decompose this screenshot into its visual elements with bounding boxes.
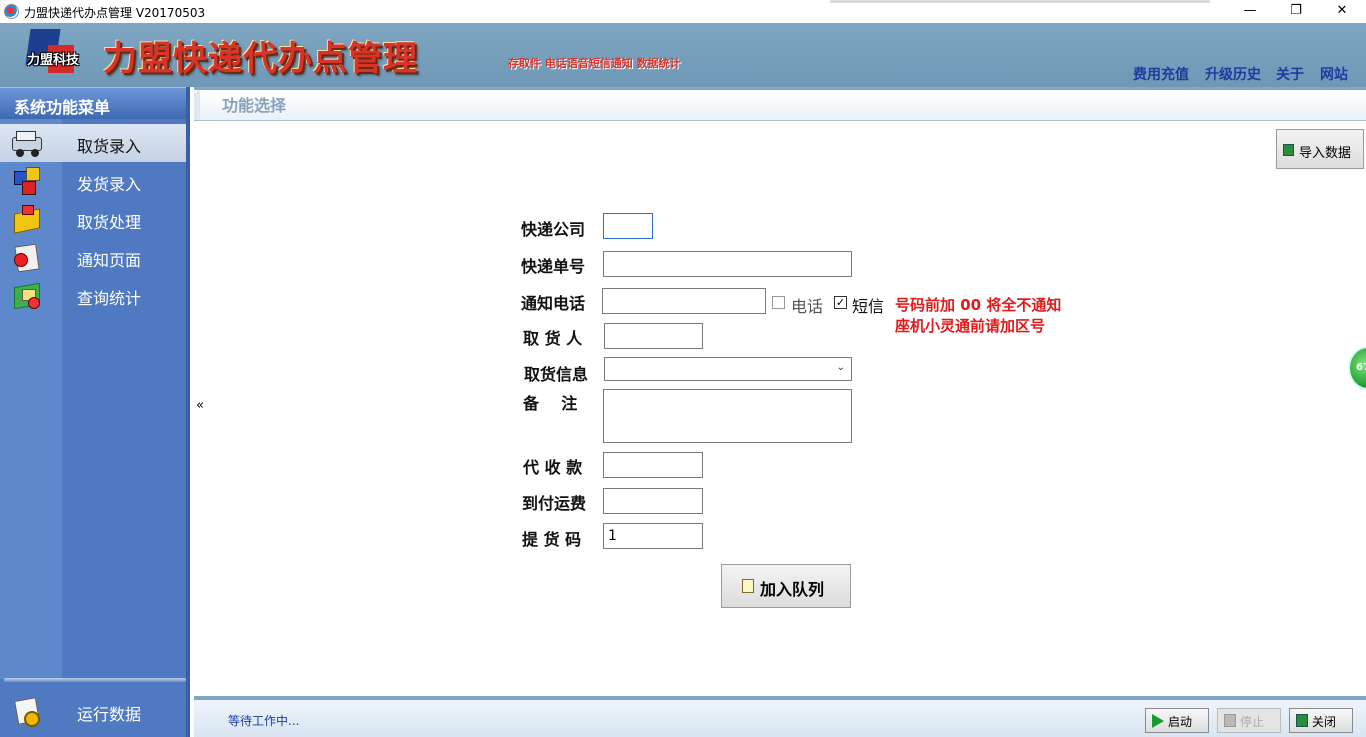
link-upgrade-history[interactable]: 升级历史	[1205, 64, 1261, 84]
sidebar-item-label: 通知页面	[77, 251, 142, 270]
sidebar-item-label: 运行数据	[77, 705, 142, 724]
remark-label: 备 注	[523, 394, 578, 413]
overlay-shadow	[830, 0, 1210, 3]
title-bar: 力盟快递代办点管理 V20170503 — ❐ ✕	[0, 0, 1366, 23]
sidebar-item-label: 发货录入	[77, 175, 142, 194]
import-data-button[interactable]: 导入数据	[1276, 129, 1364, 169]
pickup-info-label: 取货信息	[524, 365, 589, 384]
start-button[interactable]: 启动	[1145, 708, 1209, 733]
logo-text: 力盟科技	[26, 53, 79, 68]
statistics-icon	[12, 281, 42, 310]
window-title: 力盟快递代办点管理 V20170503	[24, 6, 206, 20]
run-data-icon	[12, 697, 42, 727]
pickup-code-field[interactable]: 1	[603, 523, 703, 549]
truck-icon	[12, 129, 42, 157]
cod-label: 代 收 款	[523, 458, 583, 477]
sidebar-item-label: 取货录入	[77, 137, 142, 156]
link-about[interactable]: 关于	[1276, 64, 1304, 84]
brand-title: 力盟快递代办点管理	[103, 39, 418, 79]
sidebar-header: 系统功能菜单	[0, 87, 190, 119]
tracking-number-field[interactable]	[603, 251, 852, 277]
link-website[interactable]: 网站	[1320, 64, 1348, 84]
maximize-button[interactable]: ❐	[1273, 0, 1319, 23]
sidebar-item-query-statistics[interactable]: 查询统计	[0, 276, 186, 314]
minimize-button[interactable]: —	[1227, 0, 1273, 23]
sidebar-divider	[4, 678, 186, 682]
sidebar-title: 系统功能菜单	[14, 98, 111, 117]
warning-line-2: 座机小灵通前请加区号	[895, 317, 1046, 335]
section-title: 功能选择	[222, 96, 287, 115]
stop-label: 停止	[1240, 715, 1265, 729]
remark-textarea[interactable]	[603, 389, 852, 443]
floating-ball-text: 67	[1356, 362, 1366, 373]
sidebar-item-delivery-entry[interactable]: 发货录入	[0, 162, 186, 200]
status-bar: 等待工作中... 启动 停止 关闭	[194, 696, 1366, 737]
exit-icon	[1296, 714, 1308, 727]
sms-label: 短信	[852, 297, 885, 316]
freight-label: 到付运费	[522, 494, 587, 513]
close-label: 关闭	[1312, 715, 1337, 729]
warning-line-1: 号码前加 00 将全不通知	[895, 296, 1062, 314]
add-to-queue-label: 加入队列	[760, 580, 825, 599]
start-label: 启动	[1168, 715, 1193, 729]
recipient-label: 取 货 人	[523, 329, 583, 348]
sidebar-item-pickup-entry[interactable]: 取货录入	[0, 124, 186, 162]
chevron-down-icon: ⌄	[836, 362, 845, 373]
collapse-sidebar-button[interactable]: «	[196, 398, 204, 413]
phone-call-label: 电话	[791, 297, 824, 316]
document-icon	[742, 579, 754, 593]
close-window-button[interactable]: ✕	[1319, 0, 1365, 23]
app-icon	[4, 4, 19, 19]
stop-button[interactable]: 停止	[1217, 708, 1281, 733]
play-icon	[1152, 714, 1164, 728]
header-banner: 力盟科技 力盟快递代办点管理 存取件 电话语音短信通知 数据统计 费用充值 升级…	[0, 23, 1366, 87]
cod-field[interactable]	[603, 452, 703, 478]
sidebar-item-notice-page[interactable]: 通知页面	[0, 238, 186, 276]
phone-field[interactable]	[602, 288, 766, 314]
sidebar-item-label: 取货处理	[77, 213, 142, 232]
excel-icon	[1283, 144, 1294, 156]
pickup-info-select[interactable]: ⌄	[604, 357, 852, 381]
main-section-header: 功能选择	[194, 87, 1366, 121]
phone-call-checkbox[interactable]	[772, 296, 785, 309]
pickup-code-label: 提 货 码	[522, 530, 582, 549]
logo: 力盟科技	[18, 27, 88, 83]
sidebar-item-pickup-process[interactable]: 取货处理	[0, 200, 186, 238]
floating-ball-widget[interactable]: 67	[1348, 346, 1366, 390]
close-button[interactable]: 关闭	[1289, 708, 1353, 733]
notice-icon	[12, 243, 42, 273]
tracking-label: 快递单号	[521, 257, 586, 276]
recipient-field[interactable]	[604, 323, 703, 349]
stop-icon	[1224, 714, 1236, 727]
freight-field[interactable]	[603, 488, 703, 514]
link-recharge[interactable]: 费用充值	[1133, 64, 1189, 84]
sidebar: 系统功能菜单 取货录入 发货录入 取货处理 通知页面 查询统计 运行数据	[0, 87, 190, 737]
brand-subtitle: 存取件 电话语音短信通知 数据统计	[508, 57, 681, 70]
cubes-icon	[12, 167, 42, 195]
box-icon	[12, 205, 42, 234]
sidebar-item-label: 查询统计	[77, 289, 142, 308]
company-field[interactable]	[603, 213, 653, 239]
import-data-label: 导入数据	[1299, 146, 1352, 161]
status-text: 等待工作中...	[228, 714, 300, 728]
sidebar-item-run-data[interactable]: 运行数据	[0, 692, 186, 730]
phone-label: 通知电话	[521, 294, 586, 313]
company-label: 快递公司	[521, 220, 586, 239]
sms-checkbox[interactable]: ✓	[834, 296, 847, 309]
add-to-queue-button[interactable]: 加入队列	[721, 564, 851, 608]
